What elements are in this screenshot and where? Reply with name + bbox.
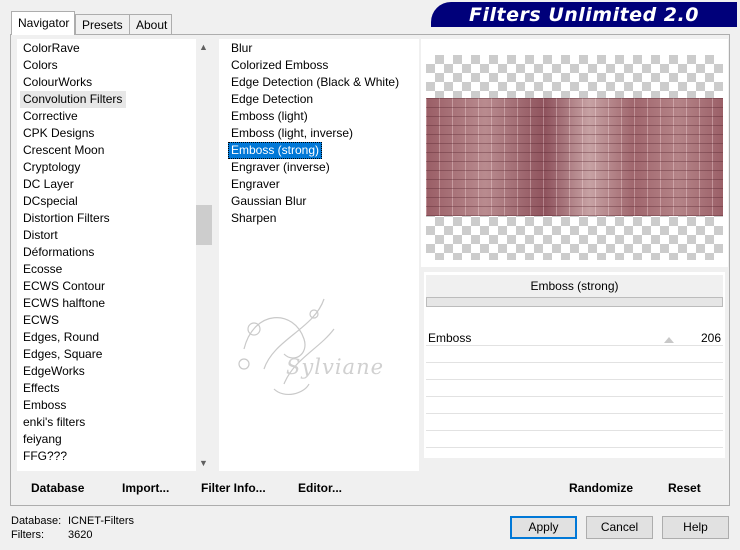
category-item[interactable]: ECWS Contour [20,278,196,295]
tab-label: About [136,18,168,32]
database-label: Database: [11,515,62,527]
preview-emboss-effect [426,98,723,216]
filter-item[interactable]: Sharpen [228,210,418,227]
category-item[interactable]: Edges, Round [20,329,196,346]
category-item[interactable]: Corrective [20,108,196,125]
slider-empty [426,414,723,431]
filter-item[interactable]: Emboss (strong) [228,142,323,159]
randomize-button[interactable]: Randomize [569,481,633,495]
slider-label: Emboss [428,331,472,345]
filter-info-button[interactable]: Filter Info... [201,481,266,495]
filters-label: Filters: [11,529,44,541]
category-item[interactable]: ECWS halftone [20,295,196,312]
category-item[interactable]: Cryptology [20,159,196,176]
category-item[interactable]: EdgeWorks [20,363,196,380]
category-item[interactable]: feiyang [20,431,196,448]
database-value: ICNET-Filters [68,515,134,527]
filter-item[interactable]: Edge Detection [228,91,418,108]
apply-button[interactable]: Apply [510,516,577,539]
progress-bar [426,297,723,307]
scroll-down-icon[interactable]: ▼ [199,458,208,468]
tab-presets[interactable]: Presets [75,14,130,34]
slider-empty [426,397,723,414]
category-item[interactable]: Colors [20,57,196,74]
reset-button[interactable]: Reset [668,481,701,495]
category-item[interactable]: Effects [20,380,196,397]
filter-item[interactable]: Engraver [228,176,418,193]
tab-label: Navigator [18,16,70,30]
parameter-sliders: Emboss 206 [426,329,723,458]
left-button-bar: Database Import... Filter Info... Editor… [17,475,419,501]
category-item[interactable]: ColourWorks [20,74,196,91]
category-item[interactable]: FFG??? [20,448,196,465]
category-item[interactable]: Crescent Moon [20,142,196,159]
tab-label: Presets [82,18,123,32]
filter-list: Blur Colorized Emboss Edge Detection (Blac… [228,40,418,227]
slider-empty [426,346,723,363]
filters-value: 3620 [68,529,93,541]
database-button[interactable]: Database [31,481,84,495]
preview-image [426,55,723,260]
category-item[interactable]: ECWS [20,312,196,329]
banner-title: Filters Unlimited 2.0 [469,4,699,26]
scroll-up-icon[interactable]: ▲ [199,42,208,52]
filter-item[interactable]: Engraver (inverse) [228,159,418,176]
title-banner: Filters Unlimited 2.0 [431,2,737,27]
editor-button[interactable]: Editor... [298,481,342,495]
slider-value: 206 [700,331,721,345]
filter-item[interactable]: Edge Detection (Black & White) [228,74,418,91]
watermark-text: Sylviane [286,355,385,379]
category-item[interactable]: Convolution Filters [20,91,127,108]
filter-item[interactable]: Gaussian Blur [228,193,418,210]
watermark-swirl-icon [238,298,335,396]
category-item[interactable]: Distort [20,227,196,244]
filter-item[interactable]: Colorized Emboss [228,57,418,74]
filter-item[interactable]: Blur [228,40,418,57]
category-scrollbar[interactable]: ▲ ▼ [196,39,212,471]
tab-navigator[interactable]: Navigator [11,11,75,35]
filter-list-panel: Blur Colorized Emboss Edge Detection (Blac… [219,39,419,471]
category-item[interactable]: CPK Designs [20,125,196,142]
import-button[interactable]: Import... [122,481,169,495]
help-button[interactable]: Help [662,516,729,539]
slider-thumb[interactable] [664,337,674,343]
category-item[interactable]: DC Layer [20,176,196,193]
slider-emboss[interactable]: Emboss 206 [426,329,723,346]
category-item[interactable]: Edges, Square [20,346,196,363]
category-list-panel: ColorRave Colors ColourWorks Convolution Fi… [17,39,196,471]
category-item[interactable]: Distortion Filters [20,210,196,227]
filter-item[interactable]: Emboss (light) [228,108,418,125]
category-item[interactable]: DCspecial [20,193,196,210]
slider-empty [426,363,723,380]
category-item[interactable]: Déformations [20,244,196,261]
cancel-button[interactable]: Cancel [586,516,653,539]
tab-about[interactable]: About [129,14,172,34]
category-item[interactable]: Emboss [20,397,196,414]
right-button-bar: Randomize Reset [424,475,725,501]
filter-item[interactable]: Emboss (light, inverse) [228,125,418,142]
category-item[interactable]: enki's filters [20,414,196,431]
watermark: Sylviane [224,289,394,409]
category-list: ColorRave Colors ColourWorks Convolution Fi… [20,40,196,465]
slider-empty [426,380,723,397]
slider-empty [426,431,723,448]
scroll-thumb[interactable] [196,205,212,245]
category-item[interactable]: ColorRave [20,40,196,57]
current-filter-name: Emboss (strong) [426,274,723,297]
category-item[interactable]: Ecosse [20,261,196,278]
